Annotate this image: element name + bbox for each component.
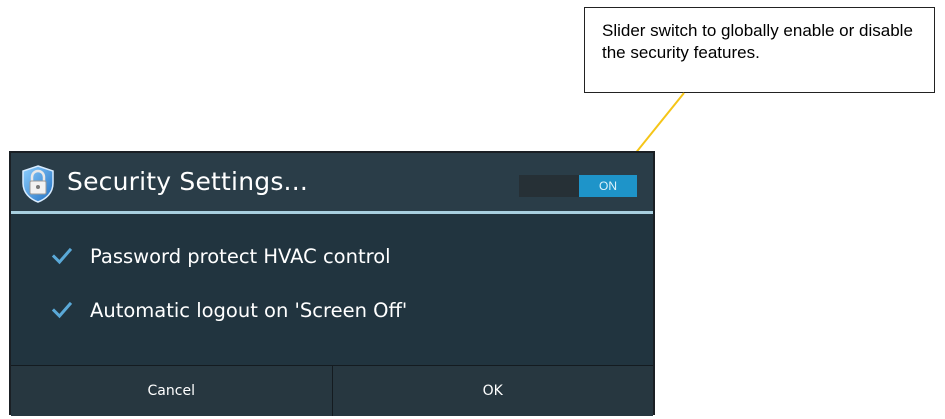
- header-divider: [11, 211, 653, 214]
- dialog-header: Security Settings... ON: [11, 153, 653, 211]
- toggle-state-label: ON: [599, 179, 617, 193]
- cancel-button-label: Cancel: [147, 383, 195, 399]
- toggle-on-thumb[interactable]: ON: [579, 175, 637, 197]
- checkmark-icon[interactable]: [51, 299, 73, 321]
- dialog-button-bar: Cancel OK: [11, 365, 653, 416]
- annotation-callout: Slider switch to globally enable or disa…: [584, 7, 935, 93]
- dialog-title: Security Settings...: [67, 167, 308, 196]
- ok-button[interactable]: OK: [333, 366, 654, 416]
- cancel-button[interactable]: Cancel: [11, 366, 332, 416]
- ok-button-label: OK: [482, 383, 503, 399]
- option-password-protect[interactable]: Password protect HVAC control: [51, 241, 391, 271]
- option-label: Automatic logout on 'Screen Off': [90, 298, 408, 322]
- security-settings-dialog: Security Settings... ON Password protect…: [9, 151, 655, 416]
- annotation-text: Slider switch to globally enable or disa…: [602, 21, 913, 62]
- shield-lock-icon: [22, 165, 54, 203]
- option-label: Password protect HVAC control: [90, 244, 391, 268]
- security-toggle-switch[interactable]: ON: [519, 175, 637, 197]
- option-auto-logout[interactable]: Automatic logout on 'Screen Off': [51, 295, 407, 325]
- checkmark-icon[interactable]: [51, 245, 73, 267]
